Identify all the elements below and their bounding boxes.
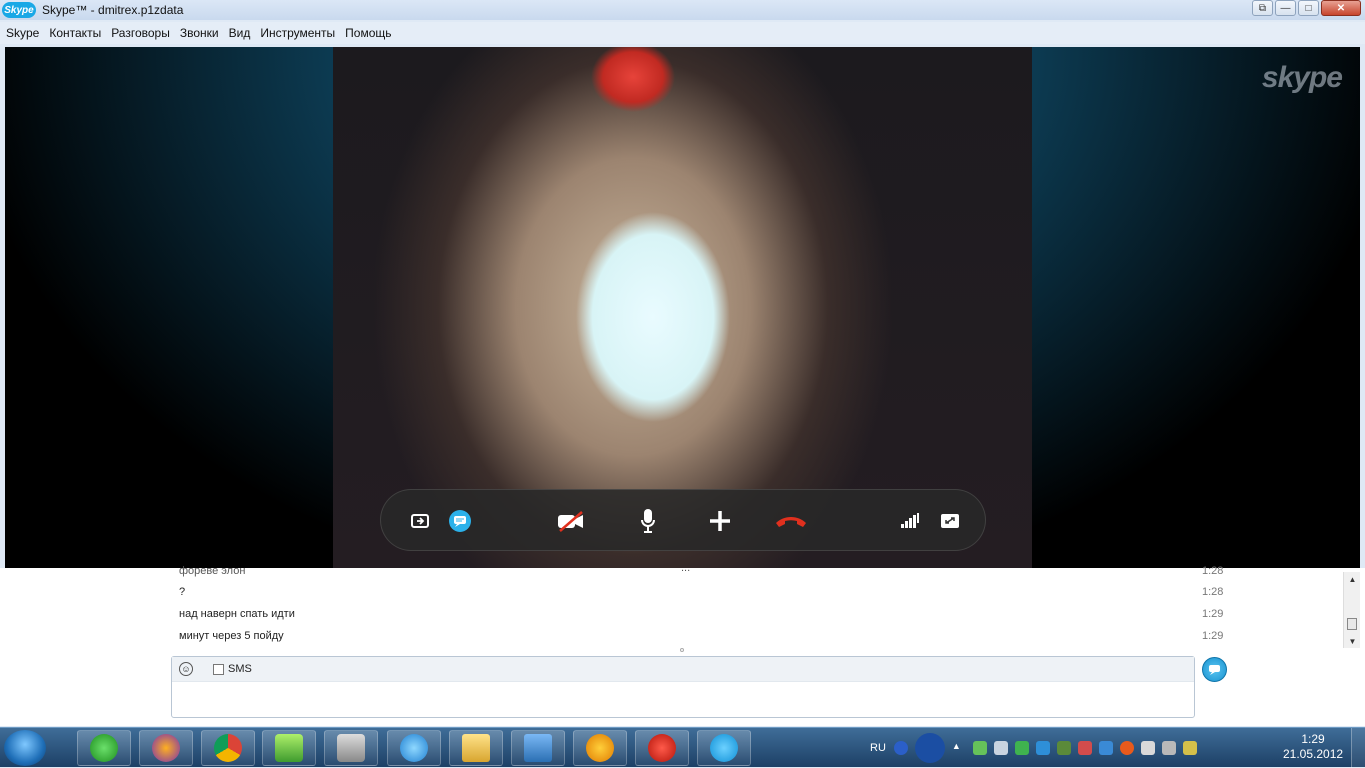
input-toolbar: ☺ SMS (172, 657, 1194, 682)
microphone-icon[interactable] (633, 506, 663, 536)
skype-taskbar-icon[interactable] (697, 730, 751, 766)
chat-timestamp: 1:29 (1202, 630, 1224, 642)
device-icon[interactable] (1140, 741, 1155, 755)
chat-timestamp: 1:28 (1202, 586, 1224, 598)
file-manager-icon[interactable] (262, 730, 316, 766)
title-bar: Skype Skype™ - dmitrex.p1zdata ⧉ — □ ✕ (0, 0, 1365, 20)
chat-timestamp: 1:29 (1202, 608, 1224, 620)
menu-contacts[interactable]: Контакты (49, 26, 101, 40)
emoticon-icon[interactable]: ☺ (179, 662, 193, 676)
fullscreen-icon[interactable] (935, 506, 965, 536)
menu-bar: Skype Контакты Разговоры Звонки Вид Инст… (0, 22, 1365, 44)
send-message-button[interactable] (1202, 657, 1227, 682)
scroll-down-icon[interactable]: ▼ (1344, 634, 1361, 648)
video-off-icon[interactable] (556, 506, 586, 536)
maximize-button[interactable]: □ (1298, 0, 1319, 16)
menu-tools[interactable]: Инструменты (260, 26, 335, 40)
internet-explorer-icon[interactable] (387, 730, 441, 766)
language-indicator[interactable]: RU (870, 742, 886, 754)
show-hidden-icons-icon[interactable]: ▲ (952, 741, 966, 755)
taskbar: RU ▲ 1:29 21.05.2012 (0, 727, 1365, 768)
menu-conversations[interactable]: Разговоры (111, 26, 170, 40)
alert-icon[interactable] (1119, 741, 1134, 755)
start-button[interactable] (4, 730, 46, 766)
scroll-up-icon[interactable]: ▲ (1344, 572, 1361, 586)
volume-icon[interactable] (993, 741, 1008, 755)
scroll-thumb[interactable] (1347, 618, 1357, 630)
restore-down-button[interactable]: ⧉ (1252, 0, 1273, 16)
transfer-icon[interactable] (511, 730, 565, 766)
chat-message: ? (179, 586, 186, 598)
add-icon[interactable] (705, 506, 735, 536)
action-center-icon[interactable] (1077, 741, 1092, 755)
battery-icon[interactable] (1182, 741, 1197, 755)
window-controls: ⧉ — □ ✕ (1252, 0, 1361, 16)
network-icon[interactable] (77, 730, 131, 766)
more-indicator[interactable]: ... (681, 562, 690, 574)
hang-up-icon[interactable] (771, 506, 811, 536)
chat-message: над наверн спать идти (179, 608, 295, 620)
signal-icon (895, 506, 925, 536)
help-icon[interactable] (893, 741, 908, 755)
resize-handle[interactable] (680, 648, 684, 652)
folder-icon[interactable] (449, 730, 503, 766)
clock[interactable]: 1:29 21.05.2012 (1283, 732, 1343, 762)
menu-calls[interactable]: Звонки (180, 26, 219, 40)
antivirus-icon[interactable] (1014, 741, 1029, 755)
clock-date: 21.05.2012 (1283, 747, 1344, 761)
update-icon[interactable] (1056, 741, 1071, 755)
skype-logo-icon: Skype (2, 2, 36, 18)
chat-timestamp: 1:28 (1202, 565, 1224, 577)
tray-app-icon[interactable] (1098, 741, 1113, 755)
system-tray: RU ▲ (870, 728, 1204, 768)
security-icon[interactable] (972, 741, 987, 755)
aimp-icon[interactable] (573, 730, 627, 766)
show-desktop-button[interactable] (1351, 728, 1365, 768)
close-button[interactable]: ✕ (1321, 0, 1361, 16)
chat-scrollbar[interactable]: ▲ ▼ (1343, 572, 1360, 648)
call-toolbar (380, 489, 986, 551)
window-title: Skype™ - dmitrex.p1zdata (42, 3, 184, 17)
sms-checkbox[interactable] (213, 663, 224, 675)
clock-time: 1:29 (1301, 732, 1325, 746)
chat-icon[interactable] (445, 506, 475, 536)
chat-message: фореве элон (179, 565, 246, 577)
chrome-icon[interactable] (201, 730, 255, 766)
minimize-button[interactable]: — (1275, 0, 1296, 16)
purple-app-icon[interactable] (139, 730, 193, 766)
sms-label: SMS (228, 663, 252, 675)
chat-message: минут через 5 пойду (179, 630, 284, 642)
video-call-area: skype (5, 47, 1360, 568)
menu-help[interactable]: Помощь (345, 26, 391, 40)
share-screen-icon[interactable] (405, 506, 435, 536)
chat-panel: фореве элон 1:28 ... ? 1:28 над наверн с… (0, 562, 1365, 726)
menu-view[interactable]: Вид (229, 26, 251, 40)
skype-watermark: skype (1261, 61, 1343, 94)
help-large-icon[interactable] (914, 733, 945, 763)
message-input-box[interactable]: ☺ SMS (171, 656, 1195, 718)
usb-icon[interactable] (1161, 741, 1176, 755)
robot-icon[interactable] (324, 730, 378, 766)
menu-skype[interactable]: Skype (6, 26, 39, 40)
network-tray-icon[interactable] (1035, 741, 1050, 755)
angry-birds-icon[interactable] (635, 730, 689, 766)
